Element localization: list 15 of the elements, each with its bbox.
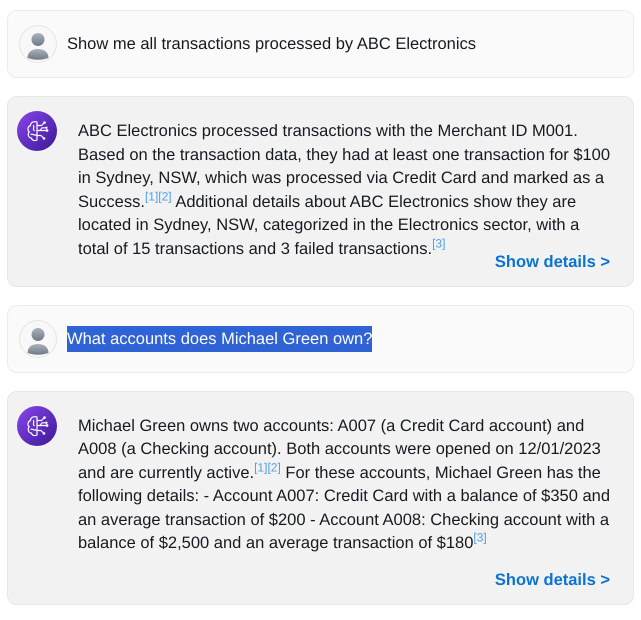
citation-link[interactable]: [2] bbox=[267, 460, 281, 474]
citation-link[interactable]: [3] bbox=[473, 530, 487, 544]
brain-circuit-icon bbox=[17, 111, 57, 151]
person-silhouette-icon bbox=[19, 25, 57, 63]
citation-link[interactable]: [1] bbox=[254, 460, 268, 474]
citation-link[interactable]: [1] bbox=[144, 189, 158, 203]
person-silhouette-icon bbox=[19, 320, 57, 358]
citation-link[interactable]: [3] bbox=[432, 236, 446, 250]
message-text: What accounts does Michael Green own? bbox=[67, 326, 372, 352]
citation-link[interactable]: [2] bbox=[158, 189, 172, 203]
message-text: Michael Green owns two accounts: A007 (a Credit Card account) and A008 (a Checking account). Both accounts were opened on 12/01/2023 and are currently active.$^{[1]}$$^{[2]}$ For these accounts, Michael Green has the following details: - Account A007: Credit Card with a balance of $350 and an average transaction of $200 - Account A008: Checking account with a balance of $2,500 and an average transaction of $180$^{[3]}$ bbox=[78, 416, 610, 552]
show-details-link[interactable]: Show details > bbox=[494, 252, 610, 270]
message-text: Show me all transactions processed by ABC Electronics bbox=[67, 34, 476, 55]
show-details-link[interactable]: Show details > bbox=[494, 570, 610, 588]
brain-circuit-icon bbox=[17, 406, 57, 446]
